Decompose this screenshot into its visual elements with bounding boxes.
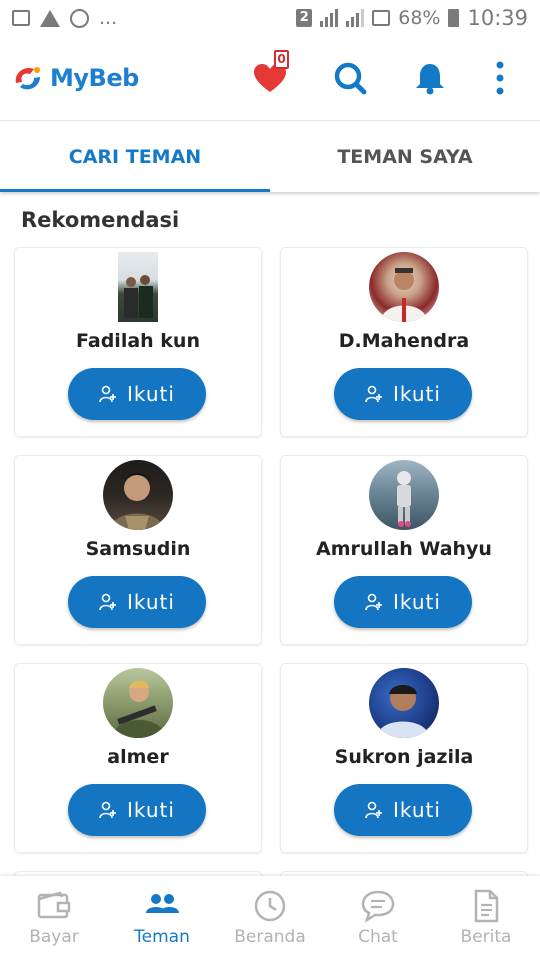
nav-label: Berita xyxy=(460,927,512,947)
more-notifications: ... xyxy=(99,7,118,29)
recommendation-card[interactable]: Amrullah Wahyu Ikuti xyxy=(281,456,527,644)
nav-label: Bayar xyxy=(29,927,79,947)
favorites-count-badge: 0 xyxy=(274,50,289,69)
follow-button[interactable]: Ikuti xyxy=(334,368,472,420)
favorites-button[interactable]: 0 xyxy=(230,48,310,108)
avatar[interactable] xyxy=(369,460,439,530)
friend-tabs: CARI TEMAN TEMAN SAYA xyxy=(0,120,540,192)
clock-time: 10:39 xyxy=(467,6,528,30)
more-vertical-icon xyxy=(496,61,504,95)
app-bar: MyBeb 0 xyxy=(0,36,540,120)
follow-label: Ikuti xyxy=(127,382,175,406)
add-user-icon xyxy=(365,593,383,611)
sim-icon: 2 xyxy=(296,9,313,27)
search-button[interactable] xyxy=(310,48,390,108)
follow-label: Ikuti xyxy=(393,798,441,822)
nav-label: Chat xyxy=(358,927,398,947)
signal-icon xyxy=(320,9,339,27)
follow-button[interactable]: Ikuti xyxy=(334,576,472,628)
people-icon xyxy=(146,894,179,913)
app-logo[interactable]: MyBeb xyxy=(10,61,139,95)
avatar[interactable] xyxy=(118,252,158,322)
nav-chat[interactable]: Chat xyxy=(324,876,432,960)
user-name: Amrullah Wahyu xyxy=(316,538,492,560)
recommendation-card[interactable]: Sukron jazila Ikuti xyxy=(281,664,527,852)
image-icon xyxy=(12,10,30,26)
follow-button[interactable]: Ikuti xyxy=(68,368,206,420)
recommendation-card[interactable]: almer Ikuti xyxy=(15,664,261,852)
status-bar: ... 2 68% 10:39 xyxy=(0,0,540,36)
avatar[interactable] xyxy=(103,668,173,738)
tab-teman-saya[interactable]: TEMAN SAYA xyxy=(270,121,540,192)
follow-label: Ikuti xyxy=(127,798,175,822)
nav-teman[interactable]: Teman xyxy=(108,876,216,960)
nav-label: Teman xyxy=(134,927,190,947)
user-name: almer xyxy=(107,746,169,768)
add-user-icon xyxy=(99,385,117,403)
recommendation-card[interactable]: Fadilah kun Ikuti xyxy=(15,248,261,436)
add-user-icon xyxy=(365,385,383,403)
nav-label: Beranda xyxy=(234,927,306,947)
wallet-icon xyxy=(37,891,71,919)
follow-button[interactable]: Ikuti xyxy=(68,784,206,836)
app-name: MyBeb xyxy=(50,64,139,92)
follow-button[interactable]: Ikuti xyxy=(68,576,206,628)
whatsapp-icon xyxy=(70,8,89,28)
avatar[interactable] xyxy=(369,668,439,738)
battery-icon xyxy=(448,9,460,27)
follow-button[interactable]: Ikuti xyxy=(334,784,472,836)
user-name: Samsudin xyxy=(85,538,191,560)
warning-icon xyxy=(40,9,60,27)
search-icon xyxy=(334,62,367,95)
follow-label: Ikuti xyxy=(393,382,441,406)
notifications-button[interactable] xyxy=(390,48,470,108)
nav-beranda[interactable]: Beranda xyxy=(216,876,324,960)
bell-icon xyxy=(416,64,444,95)
chat-bubble-icon xyxy=(361,890,395,923)
follow-label: Ikuti xyxy=(127,590,175,614)
add-user-icon xyxy=(99,801,117,819)
recommendation-card[interactable]: D.Mahendra Ikuti xyxy=(281,248,527,436)
document-icon xyxy=(474,889,499,923)
add-user-icon xyxy=(99,593,117,611)
user-name: D.Mahendra xyxy=(338,330,470,352)
avatar[interactable] xyxy=(369,252,439,322)
user-name: Sukron jazila xyxy=(334,746,474,768)
logo-mark-icon xyxy=(15,67,40,90)
overflow-menu-button[interactable] xyxy=(470,48,530,108)
add-user-icon xyxy=(365,801,383,819)
avatar[interactable] xyxy=(103,460,173,530)
user-name: Fadilah kun xyxy=(76,330,200,352)
bottom-navigation: Bayar Teman Beranda Chat Berita xyxy=(0,876,540,960)
clock-icon xyxy=(254,890,286,922)
battery-percent: 68% xyxy=(398,7,441,29)
nav-berita[interactable]: Berita xyxy=(432,876,540,960)
follow-label: Ikuti xyxy=(393,590,441,614)
recommendation-card[interactable]: Samsudin Ikuti xyxy=(15,456,261,644)
signal-box-icon xyxy=(372,10,391,26)
data-signal-icon xyxy=(346,9,365,27)
tab-cari-teman[interactable]: CARI TEMAN xyxy=(0,121,270,192)
section-title: Rekomendasi xyxy=(21,208,180,232)
nav-bayar[interactable]: Bayar xyxy=(0,876,108,960)
